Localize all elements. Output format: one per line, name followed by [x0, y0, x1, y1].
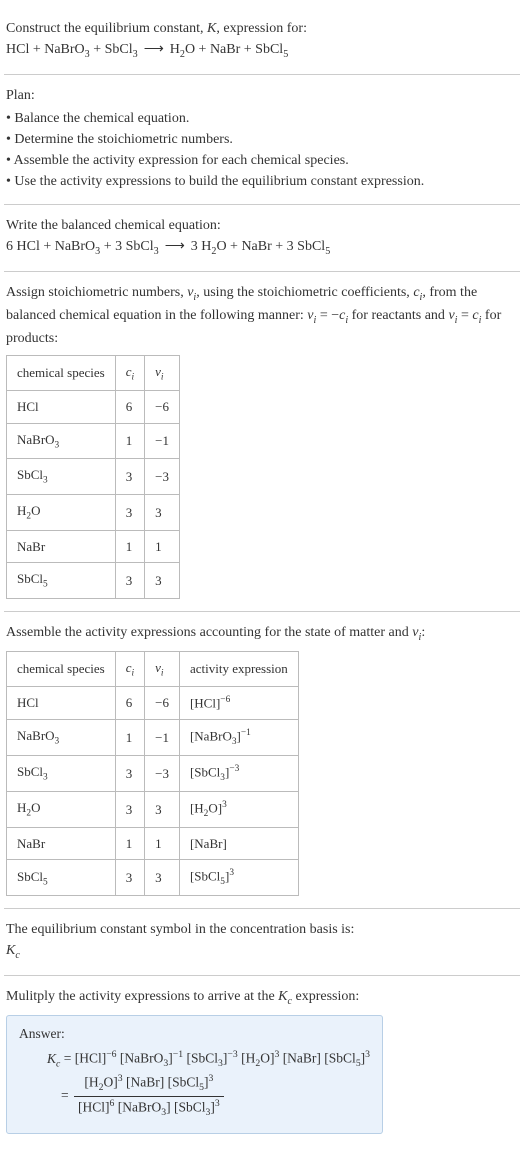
- cell-species: SbCl3: [7, 756, 116, 792]
- plan-title: Plan:: [6, 85, 518, 106]
- cell-v: −3: [145, 756, 180, 792]
- cell-activity: [HCl]−6: [179, 687, 298, 720]
- cell-c: 1: [115, 827, 144, 860]
- section-intro: Construct the equilibrium constant, K, e…: [4, 8, 520, 75]
- assign-text: Assign stoichiometric numbers, νi, using…: [6, 282, 518, 349]
- cell-c: 1: [115, 720, 144, 756]
- cell-v: 3: [145, 563, 180, 599]
- cell-c: 3: [115, 756, 144, 792]
- cell-v: −6: [145, 687, 180, 720]
- cell-c: 3: [115, 792, 144, 828]
- cell-c: 6: [115, 687, 144, 720]
- cell-species: H2O: [7, 495, 116, 531]
- cell-c: 1: [115, 530, 144, 563]
- frac-numerator: [H2O]3 [NaBr] [SbCl5]3: [74, 1072, 224, 1097]
- col-vi: νi: [145, 651, 180, 687]
- cell-activity: [H2O]3: [179, 792, 298, 828]
- plan-item: • Balance the chemical equation.: [6, 108, 518, 129]
- symbol-line1: The equilibrium constant symbol in the c…: [6, 919, 518, 940]
- table-row: NaBr11[NaBr]: [7, 827, 299, 860]
- table-row: SbCl533: [7, 563, 180, 599]
- cell-species: NaBr: [7, 530, 116, 563]
- answer-fraction: [H2O]3 [NaBr] [SbCl5]3 [HCl]6 [NaBrO3] […: [74, 1072, 224, 1121]
- table-row: HCl6−6: [7, 391, 180, 424]
- section-balanced: Write the balanced chemical equation: 6 …: [4, 205, 520, 272]
- cell-species: SbCl3: [7, 459, 116, 495]
- col-species: chemical species: [7, 651, 116, 687]
- cell-activity: [SbCl5]3: [179, 860, 298, 896]
- answer-line1: Kc = [HCl]−6 [NaBrO3]−1 [SbCl3]−3 [H2O]3…: [19, 1048, 370, 1072]
- col-ci: ci: [115, 651, 144, 687]
- answer-title: Answer:: [19, 1024, 370, 1044]
- intro-equation: HCl + NaBrO3 + SbCl3⟶H2O + NaBr + SbCl5: [6, 39, 518, 62]
- plan-item: • Use the activity expressions to build …: [6, 171, 518, 192]
- intro-line1: Construct the equilibrium constant, K, e…: [6, 18, 518, 39]
- cell-c: 1: [115, 423, 144, 459]
- cell-v: 1: [145, 530, 180, 563]
- cell-v: −3: [145, 459, 180, 495]
- section-activity: Assemble the activity expressions accoun…: [4, 612, 520, 910]
- cell-species: SbCl5: [7, 563, 116, 599]
- multiply-text: Mulitply the activity expressions to arr…: [6, 986, 518, 1009]
- cell-v: −1: [145, 423, 180, 459]
- cell-c: 6: [115, 391, 144, 424]
- table-row: H2O33: [7, 495, 180, 531]
- col-activity: activity expression: [179, 651, 298, 687]
- cell-c: 3: [115, 495, 144, 531]
- section-assign: Assign stoichiometric numbers, νi, using…: [4, 272, 520, 612]
- cell-v: 3: [145, 495, 180, 531]
- section-final: Mulitply the activity expressions to arr…: [4, 976, 520, 1145]
- plan-item: • Determine the stoichiometric numbers.: [6, 129, 518, 150]
- cell-v: 3: [145, 860, 180, 896]
- table-row: NaBrO31−1: [7, 423, 180, 459]
- cell-v: −1: [145, 720, 180, 756]
- cell-activity: [NaBrO3]−1: [179, 720, 298, 756]
- cell-v: 3: [145, 792, 180, 828]
- table-header-row: chemical species ci νi: [7, 355, 180, 391]
- activity-text: Assemble the activity expressions accoun…: [6, 622, 518, 645]
- cell-v: −6: [145, 391, 180, 424]
- table-header-row: chemical species ci νi activity expressi…: [7, 651, 299, 687]
- cell-species: NaBrO3: [7, 720, 116, 756]
- stoich-table: chemical species ci νi HCl6−6 NaBrO31−1 …: [6, 355, 180, 599]
- table-row: NaBrO31−1[NaBrO3]−1: [7, 720, 299, 756]
- table-row: HCl6−6[HCl]−6: [7, 687, 299, 720]
- balanced-title: Write the balanced chemical equation:: [6, 215, 518, 236]
- cell-c: 3: [115, 860, 144, 896]
- answer-box: Answer: Kc = [HCl]−6 [NaBrO3]−1 [SbCl3]−…: [6, 1015, 383, 1134]
- balanced-equation: 6 HCl + NaBrO3 + 3 SbCl3⟶3 H2O + NaBr + …: [6, 236, 518, 259]
- symbol-kc: Kc: [6, 940, 518, 963]
- cell-species: SbCl5: [7, 860, 116, 896]
- table-row: SbCl33−3[SbCl3]−3: [7, 756, 299, 792]
- col-species: chemical species: [7, 355, 116, 391]
- cell-activity: [NaBr]: [179, 827, 298, 860]
- col-ci: ci: [115, 355, 144, 391]
- cell-c: 3: [115, 563, 144, 599]
- col-vi: νi: [145, 355, 180, 391]
- cell-species: NaBr: [7, 827, 116, 860]
- section-plan: Plan: • Balance the chemical equation. •…: [4, 75, 520, 205]
- table-row: SbCl33−3: [7, 459, 180, 495]
- cell-species: NaBrO3: [7, 423, 116, 459]
- section-symbol: The equilibrium constant symbol in the c…: [4, 909, 520, 976]
- activity-table: chemical species ci νi activity expressi…: [6, 651, 299, 897]
- table-row: SbCl533[SbCl5]3: [7, 860, 299, 896]
- plan-item: • Assemble the activity expression for e…: [6, 150, 518, 171]
- cell-species: HCl: [7, 391, 116, 424]
- cell-v: 1: [145, 827, 180, 860]
- cell-species: HCl: [7, 687, 116, 720]
- cell-c: 3: [115, 459, 144, 495]
- cell-species: H2O: [7, 792, 116, 828]
- table-row: H2O33[H2O]3: [7, 792, 299, 828]
- cell-activity: [SbCl3]−3: [179, 756, 298, 792]
- table-row: NaBr11: [7, 530, 180, 563]
- answer-line2: = [H2O]3 [NaBr] [SbCl5]3 [HCl]6 [NaBrO3]…: [19, 1072, 370, 1121]
